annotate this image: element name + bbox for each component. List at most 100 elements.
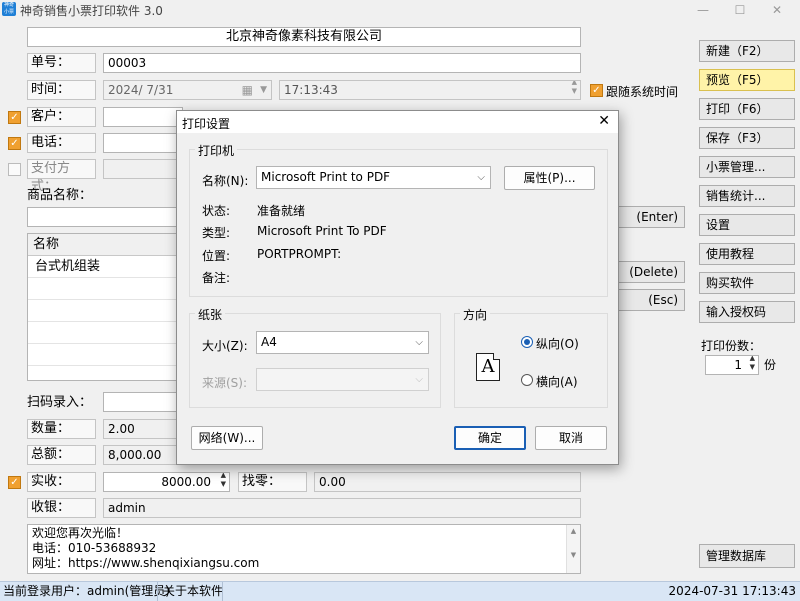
calendar-icon[interactable]: ▦ bbox=[242, 81, 253, 99]
print-settings-dialog: 打印设置 ✕ 打印机 名称(N): Microsoft Print to PDF… bbox=[176, 110, 619, 465]
paper-size-value: A4 bbox=[261, 335, 277, 349]
phone-field[interactable] bbox=[103, 133, 183, 153]
status-label: 状态: bbox=[202, 204, 231, 218]
sales-stats-button[interactable]: 销售统计... bbox=[699, 185, 795, 207]
payment-field[interactable] bbox=[103, 159, 183, 179]
paid-label: 实收： bbox=[27, 472, 96, 492]
time-spinner-icon[interactable]: ▲ ▼ bbox=[572, 81, 577, 96]
chevron-down-icon: ⌵ bbox=[477, 172, 485, 183]
footer-line: 电话：010-53688932 bbox=[32, 541, 157, 555]
network-button[interactable]: 网络(W)... bbox=[191, 426, 263, 450]
footer-line: 欢迎您再次光临！ bbox=[32, 526, 129, 540]
ok-button[interactable]: 确定 bbox=[454, 426, 526, 450]
order-no-label: 单号： bbox=[27, 53, 96, 73]
scan-label: 扫码录入： bbox=[27, 395, 93, 410]
chevron-down-icon[interactable]: ▼ bbox=[260, 81, 267, 99]
delete-goods-button[interactable]: (Delete) bbox=[612, 261, 685, 283]
manage-database-button[interactable]: 管理数据库 bbox=[699, 544, 795, 568]
type-value: Microsoft Print To PDF bbox=[257, 224, 387, 238]
scan-field[interactable] bbox=[103, 392, 183, 412]
payment-checkbox[interactable] bbox=[8, 163, 21, 176]
status-datetime: 2024-07-31 17:13:43 bbox=[668, 584, 796, 598]
paper-source-select[interactable]: ⌵ bbox=[256, 368, 429, 391]
status-bar: 当前登录用户：admin(管理员) 关于本软件 2024-07-31 17:13… bbox=[0, 581, 800, 601]
chevron-down-icon: ⌵ bbox=[415, 374, 423, 385]
new-button[interactable]: 新建（F2） bbox=[699, 40, 795, 62]
landscape-label: 横向(A) bbox=[536, 375, 578, 389]
portrait-label: 纵向(O) bbox=[536, 337, 579, 351]
paid-spinner-icon[interactable]: ▲ ▼ bbox=[221, 473, 226, 489]
table-header-name: 名称 bbox=[33, 237, 60, 252]
printer-properties-button[interactable]: 属性(P)... bbox=[504, 166, 595, 190]
orientation-group-title: 方向 bbox=[460, 306, 491, 323]
about-link[interactable]: 关于本软件 bbox=[163, 582, 223, 601]
paper-source-label: 来源(S): bbox=[202, 376, 248, 390]
time-field[interactable]: 17:13:43 ▲ ▼ bbox=[279, 80, 581, 100]
company-name-field[interactable]: 北京神奇像素科技有限公司 bbox=[27, 27, 581, 47]
landscape-radio[interactable] bbox=[521, 374, 533, 386]
page-orientation-icon: A bbox=[476, 353, 500, 381]
follow-system-time-checkbox[interactable] bbox=[590, 84, 603, 97]
date-value: 2024/ 7/31 bbox=[108, 83, 174, 97]
type-label: 类型: bbox=[202, 226, 231, 240]
textarea-scrollbar[interactable]: ▲ ▼ bbox=[566, 525, 580, 573]
total-field[interactable]: 8,000.00 bbox=[103, 445, 183, 465]
printer-name-label: 名称(N): bbox=[202, 174, 249, 188]
app-icon: 神奇小票 bbox=[2, 2, 16, 16]
preview-button[interactable]: 预览（F5） bbox=[699, 69, 795, 91]
copies-value: 1 bbox=[734, 358, 742, 372]
receipt-management-button[interactable]: 小票管理... bbox=[699, 156, 795, 178]
change-field[interactable]: 0.00 bbox=[314, 472, 581, 492]
location-value: PORTPROMPT: bbox=[257, 247, 342, 261]
dialog-close-icon[interactable]: ✕ bbox=[598, 113, 610, 129]
paid-field[interactable]: 8000.00 ▲ ▼ bbox=[103, 472, 230, 492]
paper-group bbox=[189, 313, 441, 408]
save-button[interactable]: 保存（F3） bbox=[699, 127, 795, 149]
status-value: 准备就绪 bbox=[257, 204, 306, 218]
print-button[interactable]: 打印（F6） bbox=[699, 98, 795, 120]
title-bar: 神奇小票 神奇销售小票打印软件 3.0 — ☐ ✕ bbox=[0, 0, 800, 20]
close-button[interactable]: ✕ bbox=[754, 0, 800, 20]
current-user-text: 当前登录用户：admin(管理员) bbox=[3, 584, 170, 598]
printer-group-title: 打印机 bbox=[195, 142, 238, 159]
change-label: 找零： bbox=[238, 472, 307, 492]
location-label: 位置: bbox=[202, 249, 231, 263]
customer-checkbox[interactable] bbox=[8, 111, 21, 124]
total-label: 总额： bbox=[27, 445, 96, 465]
date-picker[interactable]: 2024/ 7/31 ▦ ▼ bbox=[103, 80, 272, 100]
qty-field[interactable]: 2.00 bbox=[103, 419, 183, 439]
portrait-radio[interactable] bbox=[521, 336, 533, 348]
follow-system-time-label: 跟随系统时间 bbox=[606, 85, 679, 99]
cancel-button[interactable]: 取消 bbox=[535, 426, 607, 450]
clear-goods-button[interactable]: (Esc) bbox=[612, 289, 685, 311]
copies-spinner-icon[interactable]: ▲ ▼ bbox=[750, 356, 755, 372]
buy-software-button[interactable]: 购买软件 bbox=[699, 272, 795, 294]
paper-group-title: 纸张 bbox=[195, 306, 226, 323]
phone-checkbox[interactable] bbox=[8, 137, 21, 150]
paper-size-select[interactable]: A4 ⌵ bbox=[256, 331, 429, 354]
chevron-down-icon: ⌵ bbox=[415, 337, 423, 348]
printer-name-value: Microsoft Print to PDF bbox=[261, 170, 391, 184]
footer-line: 网址：https://www.shenqixiangsu.com bbox=[32, 556, 260, 570]
paid-checkbox[interactable] bbox=[8, 476, 21, 489]
enter-license-button[interactable]: 输入授权码 bbox=[699, 301, 795, 323]
qty-label: 数量： bbox=[27, 419, 96, 439]
cashier-field[interactable]: admin bbox=[103, 498, 581, 518]
copies-unit: 份 bbox=[764, 358, 777, 372]
order-no-field[interactable]: 00003 bbox=[103, 53, 581, 73]
tutorial-button[interactable]: 使用教程 bbox=[699, 243, 795, 265]
paper-size-label: 大小(Z): bbox=[202, 339, 248, 353]
printer-name-select[interactable]: Microsoft Print to PDF ⌵ bbox=[256, 166, 491, 189]
customer-label: 客户： bbox=[27, 107, 96, 127]
settings-button[interactable]: 设置 bbox=[699, 214, 795, 236]
receipt-footer-textarea[interactable]: 欢迎您再次光临！ 电话：010-53688932 网址：https://www.… bbox=[27, 524, 581, 574]
copies-label: 打印份数： bbox=[701, 339, 762, 353]
add-goods-button[interactable]: (Enter) bbox=[612, 206, 685, 228]
goods-name-field[interactable] bbox=[27, 207, 187, 227]
table-cell: 台式机组装 bbox=[35, 259, 101, 274]
phone-label: 电话： bbox=[27, 133, 96, 153]
dialog-title: 打印设置 bbox=[182, 117, 231, 131]
cashier-label: 收银： bbox=[27, 498, 96, 518]
customer-field[interactable] bbox=[103, 107, 183, 127]
copies-stepper[interactable]: 1 ▲ ▼ bbox=[705, 355, 759, 375]
